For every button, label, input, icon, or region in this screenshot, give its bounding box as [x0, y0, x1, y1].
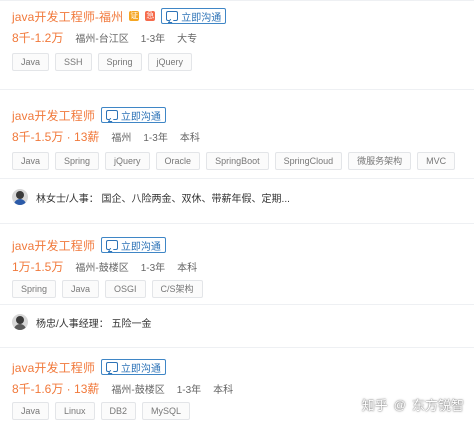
job-title-link[interactable]: java开发工程师: [12, 237, 95, 254]
chat-now-label: 立即沟通: [120, 363, 161, 375]
chat-now-button[interactable]: 立即沟通: [100, 237, 166, 253]
salary: 8千-1.6万 · 13薪: [12, 381, 100, 396]
job-card[interactable]: java开发工程师 立即沟通 8千-1.5万 · 13薪 福州 1-3年 本科 …: [0, 89, 474, 223]
certified-icon: 证: [129, 11, 140, 21]
skill-tag: DB2: [100, 402, 137, 420]
experience: 1-3年: [140, 33, 166, 45]
job-meta: 8千-1.5万 · 13薪 福州 1-3年 本科: [0, 126, 474, 146]
skill-tag: SSH: [55, 53, 92, 71]
watermark-site: 知乎: [361, 398, 388, 413]
skill-tag: SpringBoot: [206, 152, 269, 170]
location: 福州-台江区: [75, 33, 129, 45]
recruiter-info: 林女士/人事： 国企、八险两金、双休、带薪年假、定期...: [36, 193, 290, 205]
experience: 1-3年: [140, 262, 166, 274]
chat-now-button[interactable]: 立即沟通: [161, 8, 227, 24]
job-header: java开发工程师 立即沟通: [0, 104, 474, 126]
chat-now-label: 立即沟通: [181, 12, 222, 24]
skill-tag: OSGI: [105, 280, 146, 298]
skill-tag: jQuery: [147, 53, 193, 71]
skill-tag: Oracle: [155, 152, 201, 170]
education: 本科: [177, 262, 198, 274]
recruiter-row[interactable]: 林女士/人事： 国企、八险两金、双休、带薪年假、定期...: [0, 178, 474, 215]
salary: 8千-1.5万 · 13薪: [12, 129, 100, 144]
chat-now-label: 立即沟通: [120, 111, 161, 123]
skill-tag: 微服务架构: [348, 152, 412, 170]
recruiter-row[interactable]: 杨忠/人事经理： 五险一金: [0, 304, 474, 339]
job-meta: 8千-1.2万 福州-台江区 1-3年 大专: [0, 27, 474, 47]
skill-tag: Spring: [97, 53, 142, 71]
experience: 1-3年: [143, 132, 168, 144]
job-meta: 1万-1.5万 福州-鼓楼区 1-3年 本科: [0, 256, 474, 276]
skill-tag: MVC: [417, 152, 456, 170]
skill-tag: jQuery: [105, 152, 150, 170]
education: 本科: [213, 384, 234, 396]
education: 本科: [179, 132, 200, 144]
chat-now-button[interactable]: 立即沟通: [100, 359, 166, 375]
hot-icon: 急: [145, 11, 156, 21]
job-card[interactable]: java开发工程师 立即沟通 8千-1.6万 · 13薪 福州-鼓楼区 1-3年…: [0, 347, 474, 426]
location: 福州-鼓楼区: [111, 384, 165, 396]
recruiter-avatar: [12, 314, 28, 330]
skill-tag: Spring: [55, 152, 100, 170]
skill-tag: Java: [12, 53, 50, 71]
salary: 8千-1.2万: [12, 30, 64, 45]
zhihu-watermark: 知乎 @ 东方锐智: [362, 395, 464, 414]
job-header: java开发工程师 立即沟通: [0, 234, 474, 256]
chat-icon: [105, 362, 118, 372]
job-card[interactable]: java开发工程师 立即沟通 1万-1.5万 福州-鼓楼区 1-3年 本科 Sp…: [0, 223, 474, 347]
watermark-at: @: [393, 397, 406, 412]
location: 福州: [111, 132, 132, 144]
recruiter-info: 杨忠/人事经理： 五险一金: [36, 318, 152, 330]
experience: 1-3年: [176, 384, 202, 396]
chat-icon: [105, 240, 118, 250]
chat-now-label: 立即沟通: [120, 241, 161, 253]
skill-tags: Java SSH Spring jQuery: [0, 47, 474, 75]
job-card[interactable]: java开发工程师-福州 证 急 立即沟通 8千-1.2万 福州-台江区 1-3…: [0, 0, 474, 89]
skill-tag: MySQL: [142, 402, 191, 420]
skill-tag: Linux: [55, 402, 95, 420]
skill-tags: Spring Java OSGI C/S架构: [0, 276, 474, 304]
job-title-link[interactable]: java开发工程师: [12, 107, 95, 124]
job-title-link[interactable]: java开发工程师-福州: [12, 8, 123, 25]
chat-icon: [166, 11, 179, 21]
recruiter-avatar: [12, 189, 28, 205]
watermark-author: 东方锐智: [411, 398, 464, 413]
job-title-link[interactable]: java开发工程师: [12, 359, 95, 376]
skill-tag: Java: [12, 152, 50, 170]
skill-tag: Spring: [12, 280, 57, 298]
job-header: java开发工程师-福州 证 急 立即沟通: [0, 5, 474, 27]
skill-tag: Java: [62, 280, 100, 298]
job-header: java开发工程师 立即沟通: [0, 356, 474, 378]
skill-tag: Java: [12, 402, 50, 420]
chat-now-button[interactable]: 立即沟通: [100, 107, 166, 123]
chat-icon: [105, 110, 118, 120]
job-list: java开发工程师-福州 证 急 立即沟通 8千-1.2万 福州-台江区 1-3…: [0, 0, 474, 426]
location: 福州-鼓楼区: [75, 262, 129, 274]
salary: 1万-1.5万: [12, 259, 64, 274]
skill-tag: SpringCloud: [274, 152, 343, 170]
education: 大专: [177, 33, 198, 45]
skill-tags: Java Spring jQuery Oracle SpringBoot Spr…: [0, 146, 474, 178]
skill-tag: C/S架构: [151, 280, 203, 298]
